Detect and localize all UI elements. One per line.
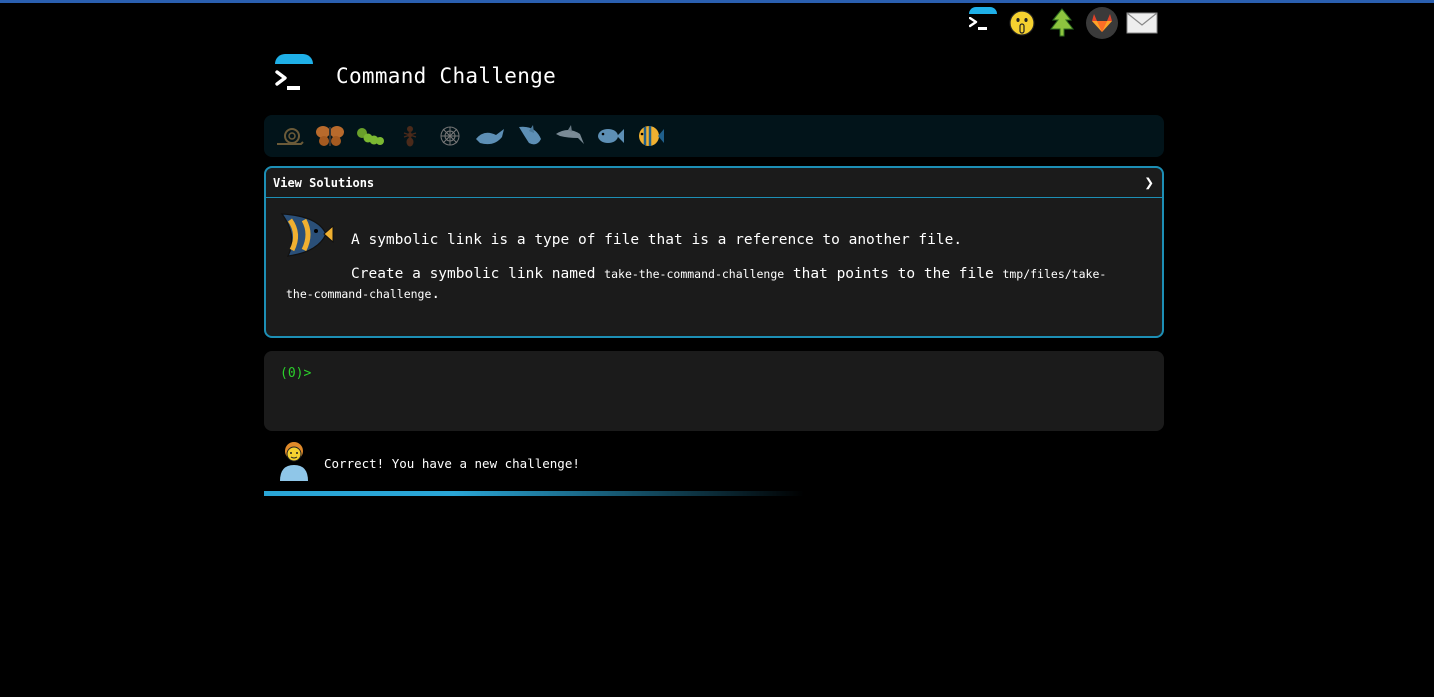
view-solutions-label: View Solutions (273, 175, 375, 190)
terminal-logo-icon[interactable] (966, 7, 998, 39)
ant-icon[interactable] (390, 116, 430, 156)
person-avatar-icon (278, 441, 310, 485)
caterpillar-icon[interactable] (350, 116, 390, 156)
challenge-description: A symbolic link is a type of file that i… (351, 232, 963, 248)
envelope-icon[interactable] (1126, 7, 1158, 39)
whale-icon[interactable] (470, 116, 510, 156)
task-text-3: . (431, 286, 441, 302)
link-name-code: take-the-command-challenge (604, 267, 785, 281)
challenge-task: Create a symbolic link named take-the-co… (286, 264, 1132, 304)
snail-icon[interactable] (270, 116, 310, 156)
chevron-right-icon[interactable]: ❯ (1144, 173, 1154, 192)
tropical-fish-large-icon (278, 212, 334, 262)
status-area: Correct! You have a new challenge! (278, 441, 580, 485)
shushing-face-icon[interactable] (1006, 7, 1038, 39)
tropical-fish-icon[interactable] (630, 116, 670, 156)
view-solutions-toggle[interactable]: View Solutions ❯ (266, 168, 1162, 198)
status-message: Correct! You have a new challenge! (324, 455, 580, 471)
command-challenge-logo (272, 54, 316, 98)
page-title: Command Challenge (336, 64, 557, 88)
task-text-1: Create a symbolic link named (351, 266, 605, 282)
level-bar (264, 115, 1164, 157)
terminal-prompt: (0)> (280, 366, 312, 381)
top-accent-line (0, 0, 1434, 3)
gitlab-icon[interactable] (1086, 7, 1118, 39)
challenge-panel: View Solutions ❯ A symbolic link is a ty… (264, 166, 1164, 338)
spider-web-icon[interactable] (430, 116, 470, 156)
page-header: Command Challenge (272, 54, 556, 98)
shark-icon[interactable] (510, 116, 550, 156)
task-text-2: that points to the file (784, 266, 1003, 282)
top-nav (966, 7, 1158, 39)
butterfly-icon[interactable] (310, 116, 350, 156)
terminal-input[interactable]: (0)> (264, 351, 1164, 431)
evergreen-tree-icon[interactable] (1046, 7, 1078, 39)
progress-bar (264, 491, 804, 496)
fish-icon[interactable] (590, 116, 630, 156)
dolphin-icon[interactable] (550, 116, 590, 156)
